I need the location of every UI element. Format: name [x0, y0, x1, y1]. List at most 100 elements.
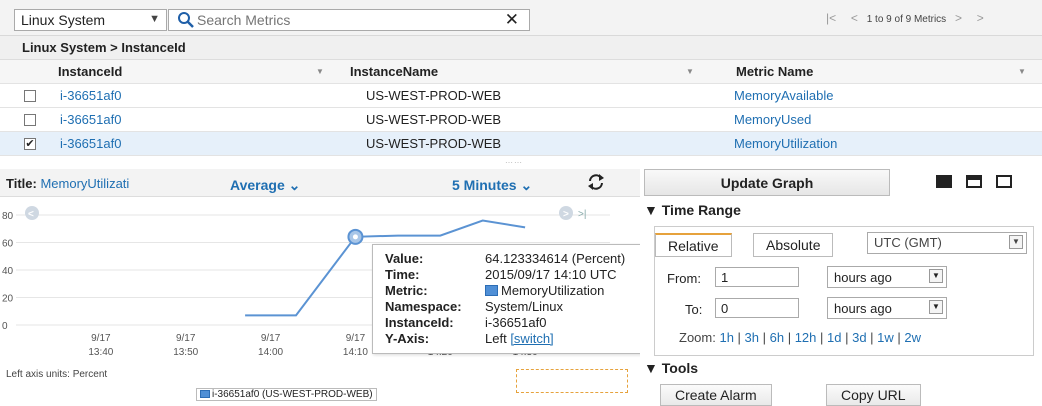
x-tick-label: 14:10 — [343, 347, 368, 358]
table-row[interactable]: i-36651af0 US-WEST-PROD-WEB MemoryAvaila… — [0, 84, 1042, 108]
graph-options-panel: Update Graph ▼ Time Range Relative Absol… — [640, 169, 1042, 406]
tooltip-row: Namespace: System/Linux — [385, 299, 657, 315]
tooltip-key: Value: — [385, 251, 424, 266]
tooltip-key: Namespace: — [385, 299, 462, 314]
clear-search-icon[interactable]: ✕ — [505, 10, 519, 30]
chevron-down-icon: ▼ — [149, 13, 160, 25]
from-unit-value: hours ago — [834, 270, 892, 285]
pan-end-glyph: >| — [578, 209, 586, 220]
pagination: |< < 1 to 9 of 9 Metrics > > — [820, 11, 990, 25]
first-page-icon[interactable]: |< — [826, 11, 836, 25]
chart-legend[interactable]: i-36651af0 (US-WEST-PROD-WEB) — [196, 388, 377, 401]
row-checkbox[interactable] — [24, 114, 36, 126]
chevron-down-icon: ⌄ — [520, 177, 533, 193]
layout-full-icon[interactable] — [936, 175, 952, 188]
from-label: From: — [667, 271, 701, 286]
from-input[interactable]: 1 — [715, 267, 799, 287]
update-graph-button[interactable]: Update Graph — [644, 169, 890, 196]
sort-icon[interactable]: ▼ — [1018, 67, 1026, 76]
timezone-value: UTC (GMT) — [874, 235, 942, 250]
y-tick-label: 20 — [2, 294, 14, 305]
instance-id-link[interactable]: i-36651af0 — [60, 112, 121, 127]
sort-icon[interactable]: ▼ — [316, 67, 324, 76]
statistic-value: Average — [230, 177, 285, 193]
tools-heading[interactable]: ▼ Tools — [644, 360, 698, 376]
tooltip-key: Y-Axis: — [385, 331, 430, 346]
zoom-6h[interactable]: 6h — [770, 330, 784, 345]
instance-name: US-WEST-PROD-WEB — [366, 136, 502, 151]
to-unit-select[interactable]: hours ago ▼ — [827, 297, 947, 319]
statistic-select[interactable]: Average ⌄ — [230, 177, 300, 194]
x-tick-label: 14:00 — [258, 347, 283, 358]
search-metrics-input[interactable] — [197, 11, 497, 29]
row-checkbox[interactable] — [24, 90, 36, 102]
time-range-heading[interactable]: ▼ Time Range — [644, 202, 741, 218]
resize-grip-icon[interactable]: ⋯⋯ — [505, 158, 523, 167]
tooltip-namespace: System/Linux — [485, 299, 564, 314]
row-checkbox-checked[interactable]: ✔ — [24, 138, 36, 150]
zoom-options: Zoom: 1h | 3h | 6h | 12h | 1d | 3d | 1w … — [679, 330, 922, 345]
tools-heading-label: Tools — [661, 360, 699, 376]
chevron-down-icon: ⌄ — [288, 177, 301, 193]
zoom-3h[interactable]: 3h — [745, 330, 759, 345]
search-icon — [178, 12, 194, 28]
pan-right-glyph: > — [563, 209, 569, 220]
timezone-select[interactable]: UTC (GMT) ▼ — [867, 232, 1027, 254]
tooltip-key: Time: — [385, 267, 420, 282]
next-page-icon[interactable]: > — [955, 11, 962, 25]
layout-empty-icon[interactable] — [996, 175, 1012, 188]
instance-name: US-WEST-PROD-WEB — [366, 88, 502, 103]
to-label: To: — [685, 302, 703, 317]
tooltip-row: Value: 64.123334614 (Percent) — [385, 251, 657, 267]
metric-name-link[interactable]: MemoryAvailable — [734, 88, 833, 103]
last-page-icon[interactable]: > — [977, 11, 984, 25]
instance-id-link[interactable]: i-36651af0 — [60, 88, 121, 103]
from-unit-select[interactable]: hours ago ▼ — [827, 266, 947, 288]
to-input[interactable]: 0 — [715, 298, 799, 318]
axis-units-label: Left axis units: Percent — [6, 369, 108, 380]
zoom-2w[interactable]: 2w — [904, 330, 921, 345]
graph-title[interactable]: Title: MemoryUtilizati — [6, 176, 129, 191]
tab-absolute[interactable]: Absolute — [753, 233, 834, 257]
create-alarm-button[interactable]: Create Alarm — [660, 384, 772, 406]
namespace-select[interactable]: Linux System ▼ — [14, 9, 167, 31]
copy-url-button[interactable]: Copy URL — [826, 384, 921, 406]
previous-page-icon[interactable]: < — [851, 11, 858, 25]
y-tick-label: 60 — [2, 239, 14, 250]
zoom-12h[interactable]: 12h — [795, 330, 817, 345]
zoom-1d[interactable]: 1d — [827, 330, 841, 345]
column-header-metric-name[interactable]: Metric Name — [736, 64, 813, 79]
metric-name-link[interactable]: MemoryUtilization — [734, 136, 837, 151]
graph-title-value[interactable]: MemoryUtilizati — [40, 176, 129, 191]
namespace-select-value: Linux System — [21, 12, 106, 28]
tab-relative[interactable]: Relative — [655, 233, 732, 257]
zoom-1h[interactable]: 1h — [719, 330, 733, 345]
switch-axis-link[interactable]: [switch] — [510, 331, 553, 346]
tooltip-key: InstanceId: — [385, 315, 454, 330]
column-header-instancename[interactable]: InstanceName — [350, 64, 438, 79]
time-range-box: Relative Absolute UTC (GMT) ▼ From: 1 hou… — [654, 226, 1034, 356]
pagination-text: 1 to 9 of 9 Metrics — [866, 14, 947, 25]
zoom-1w[interactable]: 1w — [877, 330, 894, 345]
tooltip-yaxis: Left — [485, 331, 507, 346]
drop-zone — [516, 369, 628, 393]
metric-name-link[interactable]: MemoryUsed — [734, 112, 811, 127]
column-header-instanceid[interactable]: InstanceId — [58, 64, 122, 79]
search-metrics-field[interactable]: ✕ — [168, 9, 530, 31]
zoom-label: Zoom: — [679, 330, 716, 345]
series-swatch — [485, 285, 498, 296]
zoom-3d[interactable]: 3d — [852, 330, 866, 345]
layout-split-icon[interactable] — [966, 175, 982, 188]
legend-swatch — [200, 390, 210, 399]
tooltip-row: Y-Axis: Left [switch] — [385, 331, 657, 347]
x-tick-label: 9/17 — [346, 333, 366, 344]
sort-icon[interactable]: ▼ — [686, 67, 694, 76]
tooltip-instance: i-36651af0 — [485, 315, 547, 330]
instance-id-link[interactable]: i-36651af0 — [60, 136, 121, 151]
table-row[interactable]: i-36651af0 US-WEST-PROD-WEB MemoryUsed — [0, 108, 1042, 132]
datapoint-tooltip: Value: 64.123334614 (Percent) Time: 2015/0… — [372, 244, 658, 354]
period-select[interactable]: 5 Minutes ⌄ — [452, 177, 532, 194]
refresh-icon[interactable] — [587, 173, 605, 191]
table-row[interactable]: ✔ i-36651af0 US-WEST-PROD-WEB MemoryUtil… — [0, 132, 1042, 156]
period-value: 5 Minutes — [452, 177, 517, 193]
